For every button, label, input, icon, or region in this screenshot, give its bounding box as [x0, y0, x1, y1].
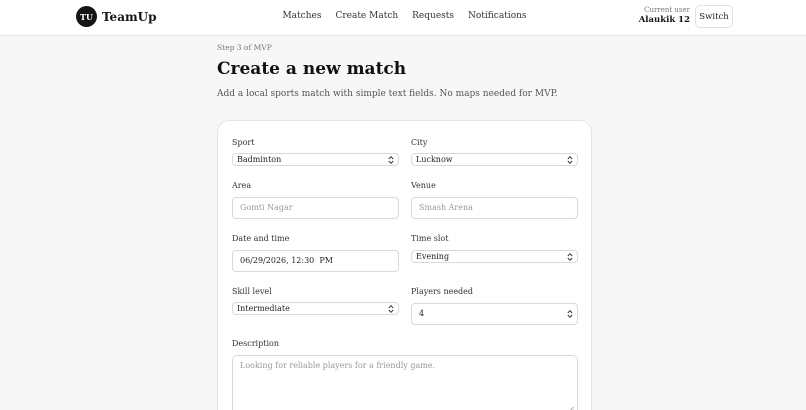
current-user-caption: Current user	[644, 6, 690, 14]
venue-label: Venue	[411, 181, 436, 190]
description-textarea[interactable]: Looking for reliable players for a frien…	[232, 355, 578, 410]
datetime-input[interactable]: 06/29/2026, 12:30 PM	[232, 250, 399, 272]
players-stepper[interactable]: 4	[411, 303, 578, 325]
city-label: City	[411, 138, 428, 147]
resize-handle-icon[interactable]	[568, 405, 574, 410]
top-navbar: TU TeamUp Matches Create Match Requests …	[0, 0, 806, 36]
sport-label: Sport	[232, 138, 255, 147]
venue-input[interactable]: Smash Arena	[411, 197, 578, 219]
players-label: Players needed	[411, 287, 474, 296]
nav-matches[interactable]: Matches	[282, 11, 321, 21]
players-value: 4	[419, 309, 425, 318]
area-placeholder: Gomti Nagar	[240, 203, 293, 212]
venue-placeholder: Smash Arena	[419, 203, 473, 212]
area-label: Area	[232, 181, 252, 190]
time-slot-label: Time slot	[411, 234, 449, 243]
select-arrows-icon	[567, 252, 573, 261]
time-slot-value: Evening	[416, 252, 450, 261]
time-slot-select[interactable]: Evening	[411, 250, 578, 263]
area-input[interactable]: Gomti Nagar	[232, 197, 399, 219]
city-value: Lucknow	[416, 155, 453, 164]
city-select[interactable]: Lucknow	[411, 153, 578, 166]
skill-label: Skill level	[232, 287, 272, 296]
stepper-arrows-icon[interactable]	[567, 309, 573, 319]
description-placeholder: Looking for reliable players for a frien…	[240, 361, 436, 370]
skill-value: Intermediate	[237, 304, 290, 313]
switch-user-button[interactable]: Switch	[695, 5, 733, 28]
step-indicator: Step 3 of MVP	[217, 43, 272, 52]
datetime-value: 06/29/2026, 12:30 PM	[240, 256, 333, 265]
nav-notifications[interactable]: Notifications	[468, 11, 527, 21]
datetime-label: Date and time	[232, 234, 290, 243]
current-user-name: Alaukik 12	[638, 15, 690, 25]
description-label: Description	[232, 339, 279, 348]
nav-requests[interactable]: Requests	[412, 11, 454, 21]
nav-create-match[interactable]: Create Match	[335, 11, 398, 21]
sport-select[interactable]: Badminton	[232, 153, 399, 166]
create-match-form: Sport Badminton City Lucknow Area Gomti …	[217, 120, 592, 410]
select-arrows-icon	[388, 155, 394, 164]
select-arrows-icon	[388, 304, 394, 313]
current-user: Current user Alaukik 12	[639, 6, 690, 25]
select-arrows-icon	[567, 155, 573, 164]
sport-value: Badminton	[237, 155, 282, 164]
skill-select[interactable]: Intermediate	[232, 302, 399, 315]
page-subtitle: Add a local sports match with simple tex…	[217, 89, 558, 99]
page-title: Create a new match	[217, 59, 407, 79]
